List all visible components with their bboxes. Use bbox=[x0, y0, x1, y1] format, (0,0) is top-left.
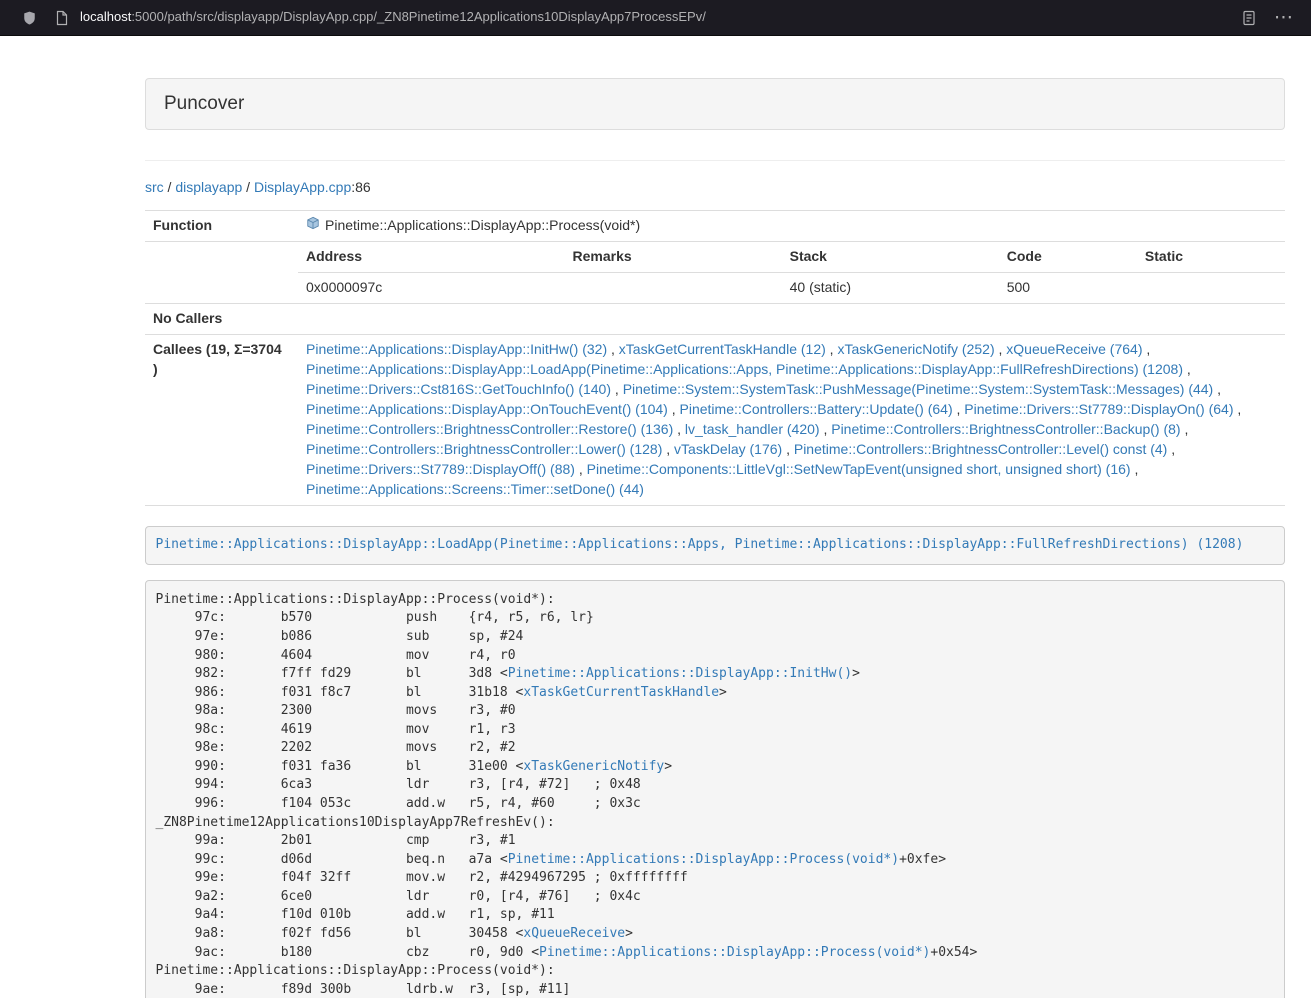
breadcrumb-separator: / bbox=[242, 179, 254, 195]
stats-values-row: 0x0000097c 40 (static) 500 bbox=[298, 272, 1285, 302]
reader-mode-icon[interactable] bbox=[1242, 10, 1256, 26]
callees-row: Callees (19, Σ=3704 ) Pinetime::Applicat… bbox=[145, 334, 1285, 505]
code-size-value: 500 bbox=[999, 272, 1137, 302]
function-name: Pinetime::Applications::DisplayApp::Proc… bbox=[325, 216, 640, 236]
callee-link[interactable]: xTaskGetCurrentTaskHandle (12) bbox=[619, 341, 826, 357]
address-value: 0x0000097c bbox=[298, 272, 564, 302]
highlighted-symbol-link[interactable]: Pinetime::Applications::DisplayApp::Load… bbox=[156, 537, 1244, 552]
callee-link[interactable]: Pinetime::Applications::DisplayApp::Init… bbox=[306, 341, 607, 357]
method-icon bbox=[306, 216, 320, 236]
no-callers-row: No Callers bbox=[145, 303, 1285, 334]
page-info-icon[interactable] bbox=[55, 10, 69, 26]
disassembly: Pinetime::Applications::DisplayApp::Proc… bbox=[145, 580, 1285, 998]
static-value bbox=[1137, 272, 1285, 302]
stack-value: 40 (static) bbox=[782, 272, 999, 302]
app-title: Puncover bbox=[164, 93, 244, 114]
code-symbol-link[interactable]: Pinetime::Applications::DisplayApp::Init… bbox=[508, 666, 852, 681]
breadcrumb: src / displayapp / DisplayApp.cpp:86 bbox=[145, 178, 1285, 198]
callee-link[interactable]: Pinetime::Drivers::St7789::DisplayOn() (… bbox=[964, 401, 1233, 417]
stats-table: Address Remarks Stack Code Static 0x0000… bbox=[298, 242, 1285, 303]
callee-link[interactable]: Pinetime::Controllers::BrightnessControl… bbox=[831, 421, 1180, 437]
url-path: :5000/path/src/displayapp/DisplayApp.cpp… bbox=[131, 8, 706, 27]
breadcrumb-link[interactable]: DisplayApp.cpp bbox=[254, 179, 351, 195]
symbol-table: Function Pinetime::Applications::Display… bbox=[145, 210, 1285, 506]
highlighted-callee-box: Pinetime::Applications::DisplayApp::Load… bbox=[145, 526, 1285, 566]
callee-link[interactable]: Pinetime::Controllers::BrightnessControl… bbox=[794, 441, 1167, 457]
callee-link[interactable]: xTaskGenericNotify (252) bbox=[837, 341, 994, 357]
code-symbol-link[interactable]: Pinetime::Applications::DisplayApp::Proc… bbox=[508, 852, 899, 867]
url-bar[interactable]: localhost:5000/path/src/displayapp/Displ… bbox=[80, 8, 706, 27]
callee-link[interactable]: Pinetime::Drivers::Cst816S::GetTouchInfo… bbox=[306, 381, 611, 397]
content: Puncover src / displayapp / DisplayApp.c… bbox=[145, 78, 1285, 998]
breadcrumb-line-number: :86 bbox=[351, 179, 370, 195]
callee-link[interactable]: lv_task_handler (420) bbox=[685, 421, 820, 437]
browser-toolbar: localhost:5000/path/src/displayapp/Displ… bbox=[0, 0, 1311, 36]
callee-link[interactable]: xQueueReceive (764) bbox=[1006, 341, 1142, 357]
callee-link[interactable]: Pinetime::Components::LittleVgl::SetNewT… bbox=[587, 461, 1131, 477]
column-header-remarks: Remarks bbox=[564, 242, 781, 272]
breadcrumb-separator: / bbox=[164, 179, 176, 195]
tracking-protection-shield-icon[interactable] bbox=[22, 10, 37, 26]
callee-link[interactable]: Pinetime::System::SystemTask::PushMessag… bbox=[623, 381, 1214, 397]
breadcrumb-link[interactable]: displayapp bbox=[175, 179, 242, 195]
stats-row: Address Remarks Stack Code Static 0x0000… bbox=[145, 241, 1285, 303]
remarks-value bbox=[564, 272, 781, 302]
code-symbol-link[interactable]: xTaskGenericNotify bbox=[523, 759, 664, 774]
callees-label: Callees (19, Σ=3704 ) bbox=[145, 334, 298, 505]
function-row-label: Function bbox=[145, 210, 298, 241]
page-actions-icon[interactable]: ⋯ bbox=[1274, 8, 1293, 27]
callee-link[interactable]: Pinetime::Applications::DisplayApp::Load… bbox=[306, 361, 1183, 377]
divider bbox=[145, 160, 1285, 161]
callee-link[interactable]: Pinetime::Controllers::BrightnessControl… bbox=[306, 441, 662, 457]
breadcrumb-link[interactable]: src bbox=[145, 179, 164, 195]
code-symbol-link[interactable]: Pinetime::Applications::DisplayApp::Proc… bbox=[539, 945, 930, 960]
callee-link[interactable]: Pinetime::Applications::Screens::Timer::… bbox=[306, 481, 644, 497]
column-header-stack: Stack bbox=[782, 242, 999, 272]
callees-list: Pinetime::Applications::DisplayApp::Init… bbox=[298, 334, 1285, 505]
callee-link[interactable]: Pinetime::Drivers::St7789::DisplayOff() … bbox=[306, 461, 575, 477]
no-callers-label: No Callers bbox=[145, 303, 298, 334]
url-host: localhost bbox=[80, 8, 131, 27]
column-header-code: Code bbox=[999, 242, 1137, 272]
function-row: Function Pinetime::Applications::Display… bbox=[145, 210, 1285, 241]
column-header-static: Static bbox=[1137, 242, 1285, 272]
callee-link[interactable]: Pinetime::Controllers::BrightnessControl… bbox=[306, 421, 673, 437]
puncover-header-panel: Puncover bbox=[145, 78, 1285, 130]
callee-link[interactable]: Pinetime::Applications::DisplayApp::OnTo… bbox=[306, 401, 668, 417]
callee-link[interactable]: vTaskDelay (176) bbox=[674, 441, 782, 457]
column-header-address: Address bbox=[298, 242, 564, 272]
toolbar-right-actions: ⋯ bbox=[1242, 8, 1297, 27]
code-symbol-link[interactable]: xTaskGetCurrentTaskHandle bbox=[523, 685, 719, 700]
callee-link[interactable]: Pinetime::Controllers::Battery::Update()… bbox=[680, 401, 953, 417]
code-symbol-link[interactable]: xQueueReceive bbox=[523, 926, 625, 941]
